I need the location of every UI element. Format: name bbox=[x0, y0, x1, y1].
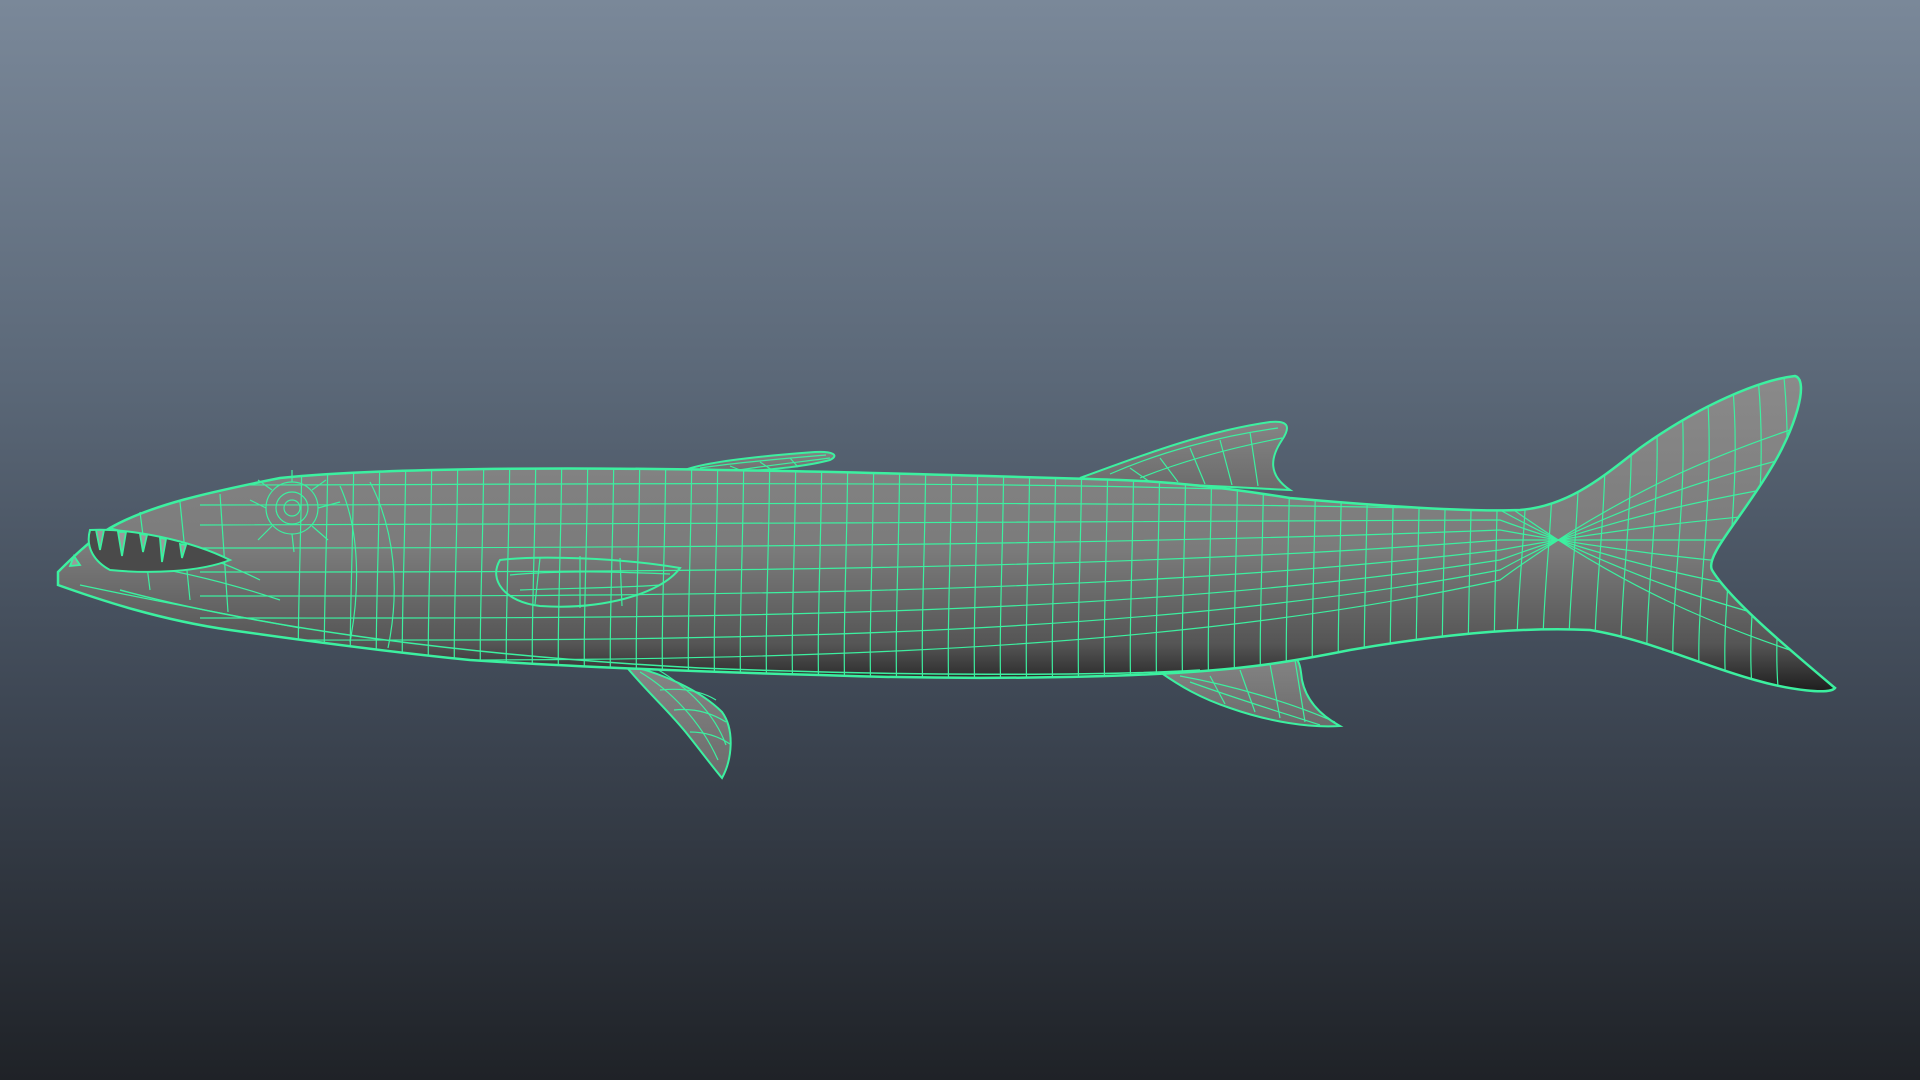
3d-viewport[interactable] bbox=[0, 0, 1920, 1080]
fish-model[interactable] bbox=[0, 0, 1920, 1080]
